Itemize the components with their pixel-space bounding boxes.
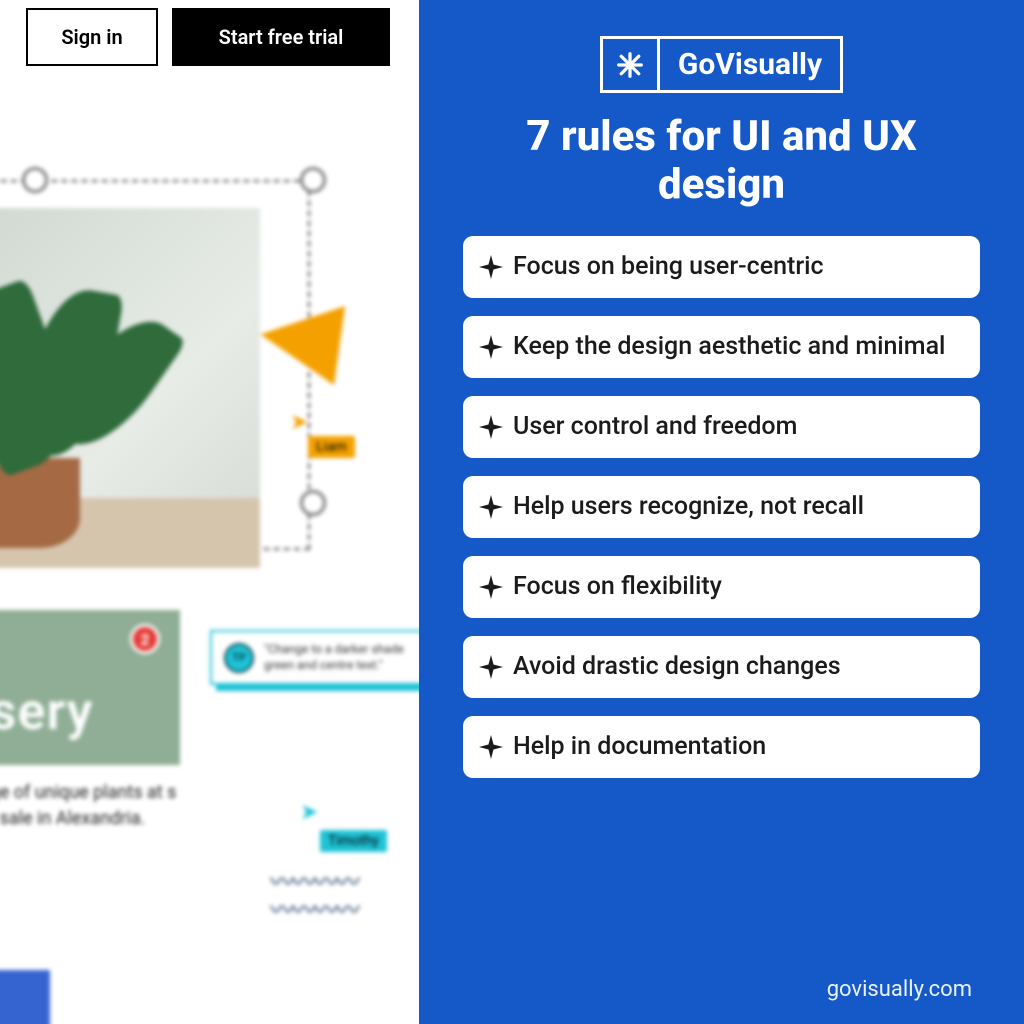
- sparkle-icon: [479, 335, 503, 359]
- commenter-avatar: TP: [224, 643, 254, 673]
- zigzag-decoration: 〰〰〰〰: [270, 890, 358, 925]
- brand-wordmark: GoVisually: [660, 36, 843, 93]
- resize-handle-top-left[interactable]: [22, 167, 48, 193]
- rule-item: Keep the design aesthetic and minimal: [463, 316, 980, 378]
- design-subtext: de range of unique plants at s garage sa…: [0, 780, 220, 832]
- rule-text: Focus on being user-centric: [513, 252, 824, 282]
- collaborator-cursor-label: Timothy: [320, 830, 387, 852]
- sparkle-icon: [479, 255, 503, 279]
- rule-item: Focus on flexibility: [463, 556, 980, 618]
- collaborator-cursor-label: Liam: [308, 436, 355, 458]
- rule-item: Avoid drastic design changes: [463, 636, 980, 698]
- title-line-2: ursery: [0, 681, 93, 742]
- design-title-card: he ursery 2: [0, 610, 180, 765]
- sparkle-icon: [479, 495, 503, 519]
- sparkle-icon: [479, 415, 503, 439]
- resize-handle-mid-right[interactable]: [300, 490, 326, 516]
- comment-text: "Change to a darker shade green and cent…: [264, 642, 419, 673]
- rule-text: User control and freedom: [513, 412, 797, 442]
- start-trial-button[interactable]: Start free trial: [172, 8, 390, 66]
- blue-accent-block: [0, 970, 50, 1024]
- resize-handle-top-right[interactable]: [300, 167, 326, 193]
- rule-text: Help users recognize, not recall: [513, 492, 864, 522]
- rule-item: User control and freedom: [463, 396, 980, 458]
- signin-button[interactable]: Sign in: [26, 8, 158, 66]
- rule-item: Help in documentation: [463, 716, 980, 778]
- annotation-badge-2[interactable]: 2: [130, 624, 160, 654]
- rules-list: Focus on being user-centric Keep the des…: [463, 236, 980, 778]
- brand-logo: GoVisually: [463, 36, 980, 93]
- rule-item: Help users recognize, not recall: [463, 476, 980, 538]
- design-canvas: 1 ➤ Liam he ursery 2 TP "Change to a dar…: [0, 180, 400, 1020]
- rule-text: Keep the design aesthetic and minimal: [513, 332, 945, 362]
- rule-text: Avoid drastic design changes: [513, 652, 841, 682]
- hero-image: [0, 208, 260, 568]
- sparkle-icon: [479, 655, 503, 679]
- footer-url: govisually.com: [827, 977, 972, 1002]
- right-panel: GoVisually 7 rules for UI and UX design …: [419, 0, 1024, 1024]
- panel-heading: 7 rules for UI and UX design: [463, 113, 980, 210]
- top-button-bar: Sign in Start free trial: [26, 8, 390, 66]
- sparkle-icon: [479, 735, 503, 759]
- page-container: Sign in Start free trial 1 ➤ Liam: [0, 0, 1024, 1024]
- rule-text: Help in documentation: [513, 732, 766, 762]
- comment-card[interactable]: TP "Change to a darker shade green and c…: [210, 630, 419, 685]
- asterisk-icon: [600, 36, 660, 93]
- rule-item: Focus on being user-centric: [463, 236, 980, 298]
- collaborator-cursor-icon: ➤: [300, 800, 318, 825]
- collaborator-cursor-icon: ➤: [290, 410, 308, 435]
- arrow-shape: [255, 295, 345, 385]
- sparkle-icon: [479, 575, 503, 599]
- left-panel: Sign in Start free trial 1 ➤ Liam: [0, 0, 419, 1024]
- rule-text: Focus on flexibility: [513, 572, 722, 602]
